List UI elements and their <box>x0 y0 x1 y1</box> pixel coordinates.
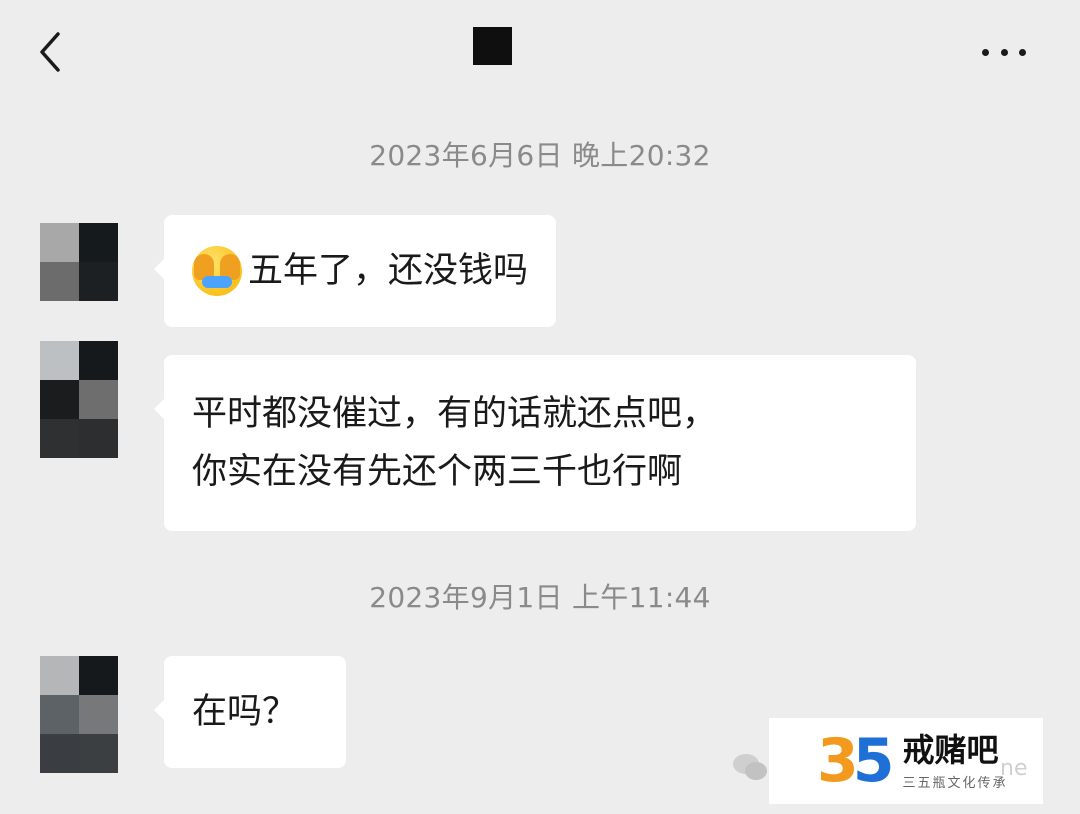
back-button[interactable] <box>30 24 74 80</box>
message-bubble[interactable]: 平时都没催过，有的话就还点吧， 你实在没有先还个两三千也行啊 <box>154 355 916 531</box>
chat-header <box>0 0 1080 100</box>
message-timestamp: 2023年6月6日 晚上20:32 <box>369 139 711 172</box>
message-timestamp: 2023年9月1日 上午11:44 <box>369 581 711 614</box>
message-bubble[interactable]: 五年了，还没钱吗 <box>153 215 557 327</box>
wechat-icon <box>733 754 767 780</box>
message-text: 在吗？ <box>192 692 298 732</box>
message-text-line: 平时都没催过，有的话就还点吧， <box>192 394 718 434</box>
watermark-title: 戒赌吧 <box>902 730 999 769</box>
redacted-chat-title <box>473 27 512 65</box>
face-with-hand-over-eyes-crying-emoji <box>192 246 242 296</box>
chevron-left-icon <box>40 32 60 72</box>
sender-avatar-blurred[interactable] <box>40 223 118 301</box>
watermark-subtitle: 三五瓶文化传承 <box>902 775 1008 791</box>
ellipsis-icon <box>982 48 989 56</box>
sender-avatar-blurred[interactable] <box>40 656 118 773</box>
message-bubble[interactable]: 在吗？ <box>154 656 346 768</box>
sender-avatar-blurred[interactable] <box>40 341 118 458</box>
watermark-logo: 35 <box>817 726 894 796</box>
more-options-button[interactable] <box>978 32 1030 72</box>
message-text: 五年了，还没钱吗 <box>248 251 529 291</box>
message-text-line: 你实在没有先还个两三千也行啊 <box>192 452 683 492</box>
faint-watermark-text: ne <box>1000 756 1028 781</box>
